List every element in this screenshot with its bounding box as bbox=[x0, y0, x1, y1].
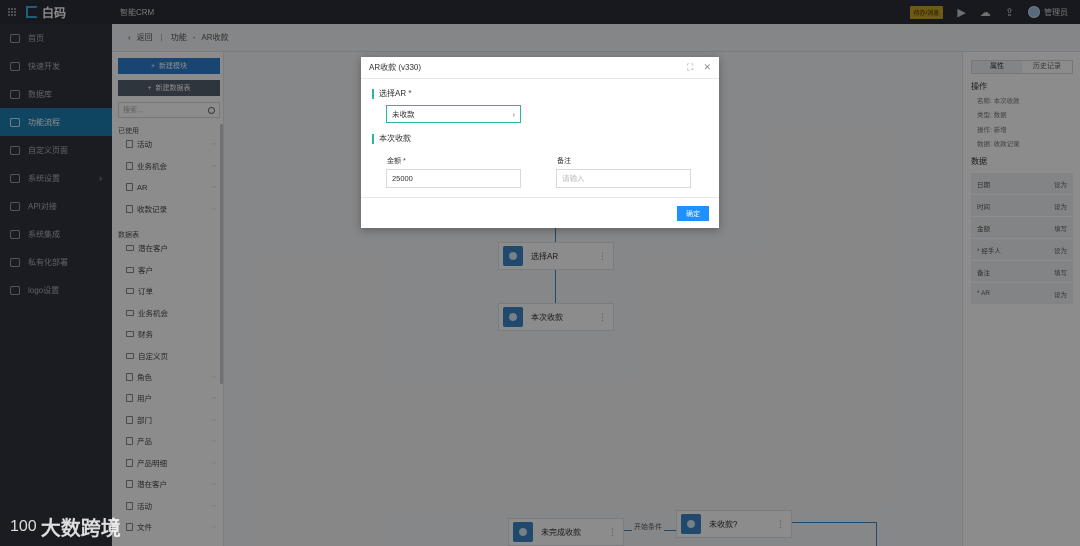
close-icon[interactable]: ✕ bbox=[703, 62, 711, 73]
remark-field[interactable]: 请输入 bbox=[556, 169, 691, 188]
amount-value: 25000 bbox=[392, 174, 413, 183]
dialog-divider bbox=[361, 197, 719, 198]
dialog-header-icons: ⛶ ✕ bbox=[687, 62, 711, 73]
ar-payment-dialog: AR收款 (v330) ⛶ ✕ 选择AR * 未收款 › 本次收款 金额 * 2… bbox=[361, 57, 719, 228]
picker-value: 未收款 bbox=[392, 109, 415, 119]
dialog-title: AR收款 (v330) bbox=[369, 63, 422, 72]
confirm-button[interactable]: 确定 bbox=[677, 206, 709, 221]
section-title-current-payment: 本次收款 bbox=[372, 134, 411, 144]
watermark-text: 大数跨境 bbox=[40, 518, 121, 540]
watermark-mark: 100 bbox=[10, 517, 37, 535]
ar-picker[interactable]: 未收款 › bbox=[386, 105, 521, 123]
fullscreen-icon[interactable]: ⛶ bbox=[687, 62, 693, 73]
remark-label: 备注 bbox=[557, 158, 571, 165]
watermark-logo: 100 大数跨境 bbox=[10, 512, 121, 541]
amount-field[interactable]: 25000 bbox=[386, 169, 521, 188]
dialog-header: AR收款 (v330) ⛶ ✕ bbox=[361, 57, 719, 79]
remark-placeholder: 请输入 bbox=[562, 174, 585, 183]
section-title-select-ar: 选择AR * bbox=[372, 89, 411, 99]
amount-label: 金额 * bbox=[387, 158, 406, 165]
chevron-right-icon: › bbox=[512, 109, 516, 119]
